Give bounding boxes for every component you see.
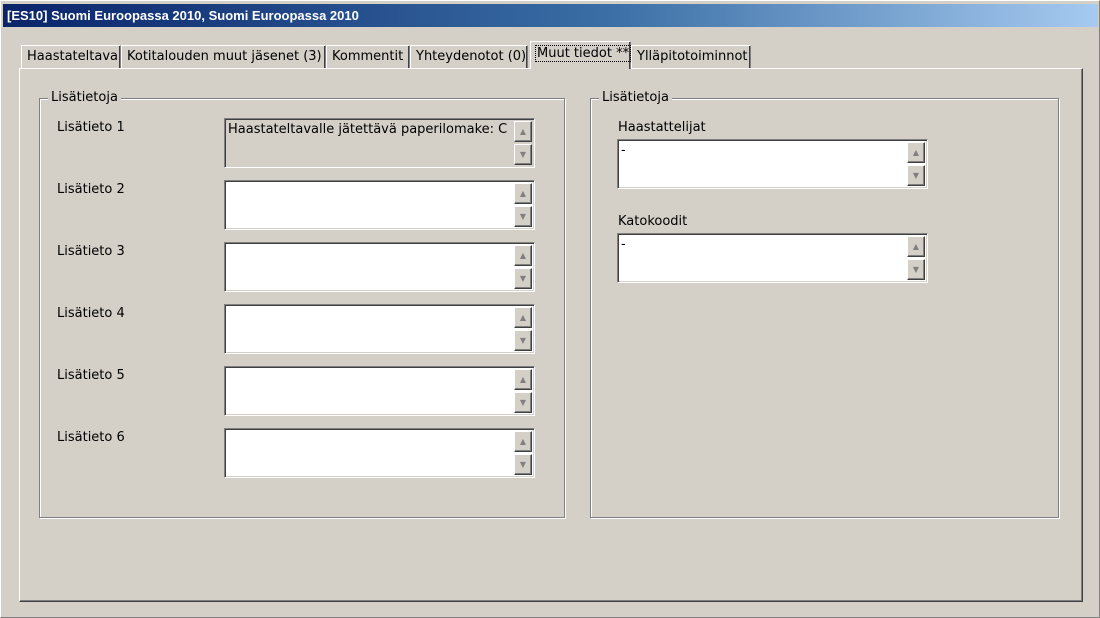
katokoodit-label: Katokoodit — [618, 214, 688, 229]
haastattelijat-value: - — [621, 143, 626, 158]
right-group-title: Lisätietoja — [599, 90, 672, 106]
scroll-down-icon[interactable]: ▼ — [514, 206, 532, 227]
scroll-down-icon[interactable]: ▼ — [514, 330, 532, 351]
scroll-up-icon[interactable]: ▲ — [514, 307, 532, 328]
tab-haastateltava[interactable]: Haastateltava — [21, 45, 121, 69]
scroll-up-icon[interactable]: ▲ — [514, 183, 532, 204]
tab-yhteydenotot[interactable]: Yhteydenotot (0) — [410, 45, 528, 69]
lisatieto-5-memo[interactable]: ▲ ▼ — [224, 366, 535, 416]
tab-yllapitotoiminnot[interactable]: Ylläpitotoiminnot — [631, 45, 751, 69]
window-title: [ES10] Suomi Euroopassa 2010, Suomi Euro… — [3, 4, 1098, 27]
lisatieto-2-memo[interactable]: ▲ ▼ — [224, 180, 535, 230]
tab-muut-tiedot[interactable]: Muut tiedot ** — [530, 41, 632, 69]
scroll-down-icon[interactable]: ▼ — [907, 165, 925, 186]
lisatieto-5-label: Lisätieto 5 — [57, 368, 125, 383]
lisatieto-4-label: Lisätieto 4 — [57, 306, 125, 321]
lisatieto-6-label: Lisätieto 6 — [57, 430, 125, 445]
scroll-up-icon[interactable]: ▲ — [514, 245, 532, 266]
scroll-down-icon[interactable]: ▼ — [514, 268, 532, 289]
lisatieto-1-label: Lisätieto 1 — [57, 120, 125, 135]
lisatieto-1-memo[interactable]: Haastateltavalle jätettävä paperilomake:… — [224, 118, 535, 168]
scroll-up-icon[interactable]: ▲ — [514, 431, 532, 452]
scroll-down-icon[interactable]: ▼ — [907, 259, 925, 280]
lisatieto-3-label: Lisätieto 3 — [57, 244, 125, 259]
lisatieto-4-memo[interactable]: ▲ ▼ — [224, 304, 535, 354]
scroll-up-icon[interactable]: ▲ — [514, 369, 532, 390]
tab-kommentit[interactable]: Kommentit — [326, 45, 410, 69]
tab-kotitalouden-muut-jasenet[interactable]: Kotitalouden muut jäsenet (3) — [121, 45, 326, 69]
scroll-down-icon[interactable]: ▼ — [514, 454, 532, 475]
scroll-up-icon[interactable]: ▲ — [514, 121, 532, 142]
left-group-title: Lisätietoja — [48, 90, 121, 106]
lisatieto-1-value: Haastateltavalle jätettävä paperilomake:… — [228, 122, 508, 137]
katokoodit-memo[interactable]: - ▲ ▼ — [617, 233, 928, 283]
katokoodit-value: - — [621, 237, 626, 252]
haastattelijat-label: Haastattelijat — [618, 120, 706, 135]
lisatieto-6-memo[interactable]: ▲ ▼ — [224, 428, 535, 478]
scroll-down-icon[interactable]: ▼ — [514, 392, 532, 413]
haastattelijat-memo[interactable]: - ▲ ▼ — [617, 139, 928, 189]
lisatieto-2-label: Lisätieto 2 — [57, 182, 125, 197]
main-window: [ES10] Suomi Euroopassa 2010, Suomi Euro… — [0, 0, 1100, 618]
lisatieto-3-memo[interactable]: ▲ ▼ — [224, 242, 535, 292]
scroll-up-icon[interactable]: ▲ — [907, 142, 925, 163]
scroll-up-icon[interactable]: ▲ — [907, 236, 925, 257]
scroll-down-icon[interactable]: ▼ — [514, 144, 532, 165]
